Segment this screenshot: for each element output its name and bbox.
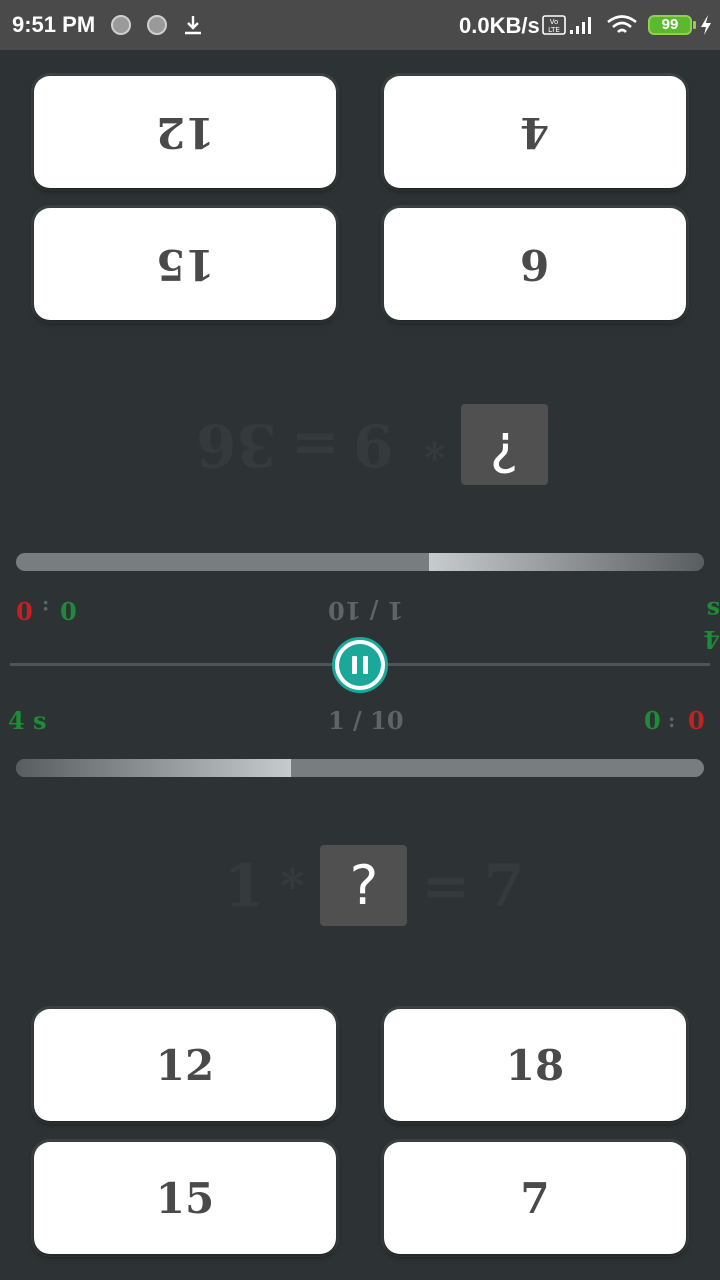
top-answer-15[interactable]: 15 [34,208,336,320]
svg-text:LTE: LTE [548,26,560,34]
bottom-score-wrong: 0 [688,706,705,735]
status-time: 9:51 PM [12,12,96,37]
bottom-score-separator: : [668,708,676,732]
top-answer-4[interactable]: 4 [384,76,686,188]
top-time-progress [16,553,704,571]
top-equation: 36 = 9 * ¿ [196,404,548,485]
top-time-progress-fill [428,553,704,571]
signal-icon [570,17,591,34]
top-score-separator: : [42,596,50,620]
volte-icon: Vo LTE [542,15,566,35]
network-speed: 0.0KB/s [459,13,540,38]
bottom-time-left: 4 s [8,706,47,735]
bottom-answer-7[interactable]: 7 [384,1142,686,1254]
app-notification-icon-2 [147,15,167,35]
status-bar: 9:51 PM 0.0KB/s Vo LTE 99 [0,0,720,50]
bottom-unknown-box: ? [320,845,408,926]
top-time-left: 4 s [703,596,720,654]
app-notification-icon [111,15,131,35]
bottom-answer-12[interactable]: 12 [34,1009,336,1121]
bottom-time-progress-fill [16,759,292,777]
bottom-equation: 1 * ? = 7 [224,845,524,926]
top-score-correct: 0 [60,596,77,625]
bottom-answer-15[interactable]: 15 [34,1142,336,1254]
charging-icon [701,15,711,35]
pause-button[interactable] [332,637,388,693]
top-round: 1 / 10 [328,596,404,625]
top-score-wrong: 0 [16,596,33,625]
top-answer-6[interactable]: 6 [384,208,686,320]
top-answer-12[interactable]: 12 [34,76,336,188]
svg-text:Vo: Vo [550,18,559,26]
wifi-icon [607,15,637,33]
top-unknown-box: ¿ [460,404,548,485]
bottom-round: 1 / 10 [328,706,404,735]
download-icon [185,16,201,35]
bottom-time-progress [16,759,704,777]
bottom-answer-18[interactable]: 18 [384,1009,686,1121]
pause-icon [339,644,381,686]
battery-icon: 99 [648,15,696,35]
bottom-score-correct: 0 [644,706,661,735]
